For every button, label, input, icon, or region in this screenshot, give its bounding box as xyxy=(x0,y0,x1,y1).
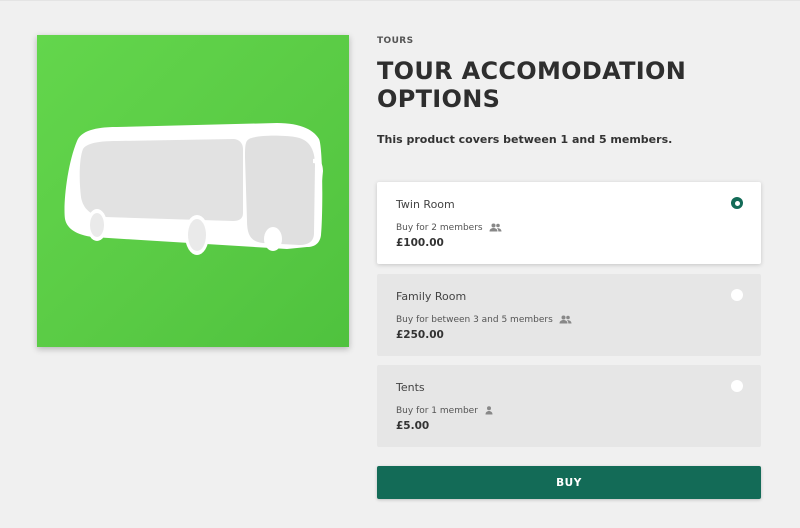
option-tents[interactable]: Tents Buy for 1 member £5.00 xyxy=(377,365,761,447)
option-price: £5.00 xyxy=(396,420,430,432)
option-family-room[interactable]: Family Room Buy for between 3 and 5 memb… xyxy=(377,274,761,356)
buy-button[interactable]: BUY xyxy=(377,466,761,499)
option-twin-room[interactable]: Twin Room Buy for 2 members £100.00 xyxy=(377,182,761,264)
person-icon xyxy=(484,406,498,416)
product-description: This product covers between 1 and 5 memb… xyxy=(377,133,673,146)
product-details: TOURS TOUR ACCOMODATION OPTIONS This pro… xyxy=(377,35,761,147)
option-radio[interactable] xyxy=(731,289,743,301)
option-price: £250.00 xyxy=(396,329,444,341)
group-icon xyxy=(489,223,503,233)
product-title: TOUR ACCOMODATION OPTIONS xyxy=(377,57,687,113)
product-category: TOURS xyxy=(377,36,414,46)
option-members: Buy for 1 member xyxy=(396,405,742,417)
option-members: Buy for 2 members xyxy=(396,222,742,234)
page: TOURS TOUR ACCOMODATION OPTIONS This pro… xyxy=(0,0,800,528)
option-name: Twin Room xyxy=(396,198,455,211)
option-radio[interactable] xyxy=(731,197,743,209)
option-price: £100.00 xyxy=(396,237,444,249)
option-members-label: Buy for 2 members xyxy=(396,223,483,233)
option-members: Buy for between 3 and 5 members xyxy=(396,314,742,326)
option-name: Family Room xyxy=(396,290,467,303)
option-name: Tents xyxy=(396,381,425,394)
option-members-label: Buy for 1 member xyxy=(396,406,478,416)
bus-icon xyxy=(64,123,323,255)
option-radio[interactable] xyxy=(731,380,743,392)
group-icon xyxy=(559,315,573,325)
option-members-label: Buy for between 3 and 5 members xyxy=(396,315,553,325)
product-image xyxy=(37,35,349,347)
